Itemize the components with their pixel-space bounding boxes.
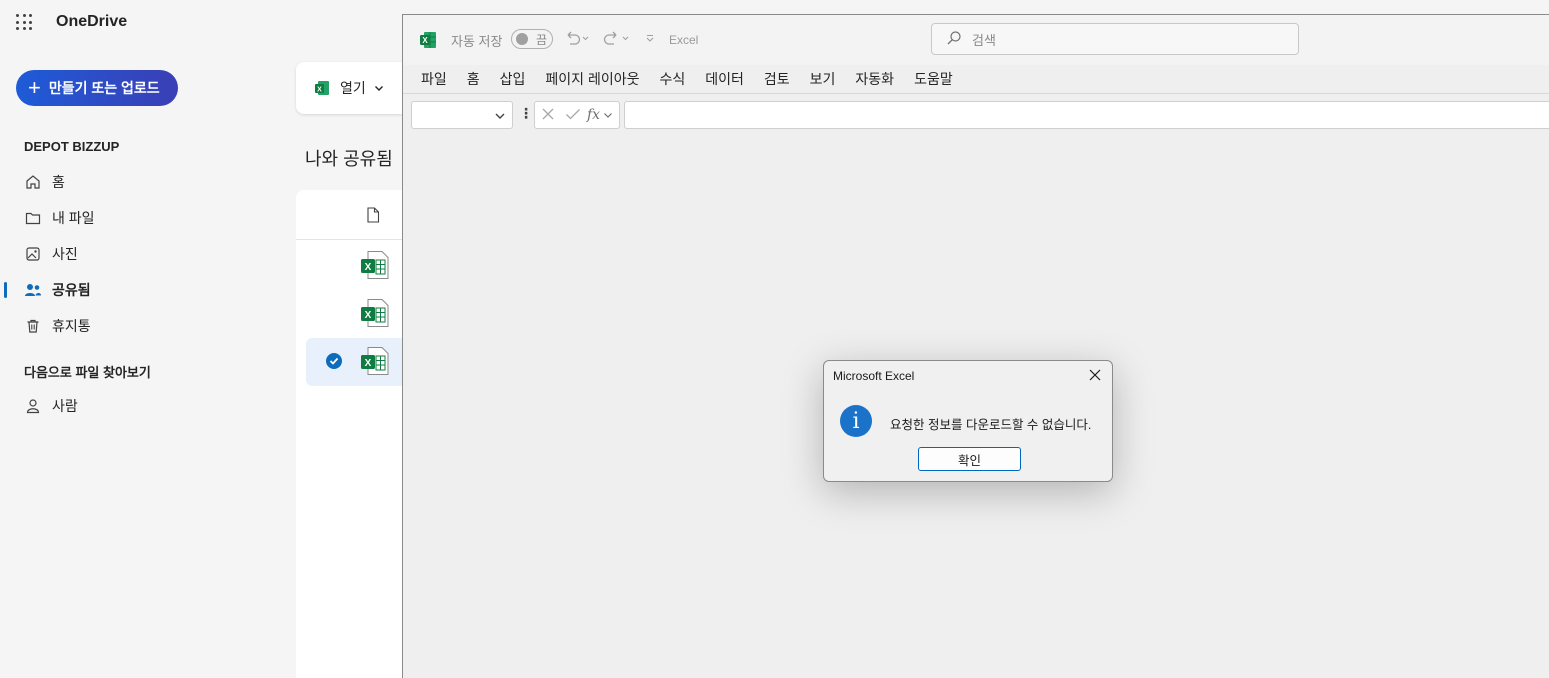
svg-text:X: X [365, 358, 372, 369]
svg-text:X: X [365, 262, 372, 273]
ribbon-tabs: 파일 홈 삽입 페이지 레이아웃 수식 데이터 검토 보기 자동화 도움말 [421, 69, 973, 89]
redo-icon[interactable] [603, 29, 633, 52]
image-icon [24, 245, 42, 263]
trash-icon [24, 317, 42, 335]
browse-section-heading: 다음으로 파일 찾아보기 [24, 365, 151, 380]
search-input[interactable]: 검색 [931, 23, 1299, 55]
name-box[interactable] [411, 101, 513, 129]
customize-qat-icon[interactable] [645, 33, 655, 46]
svg-text:X: X [317, 87, 322, 94]
tab-data[interactable]: 데이터 [705, 69, 744, 89]
insert-function-button[interactable]: fx [587, 107, 600, 123]
page-title: 나와 공유됨 [305, 149, 393, 169]
search-icon [946, 30, 962, 49]
chevron-down-icon [374, 83, 384, 93]
svg-text:X: X [422, 36, 428, 45]
search-placeholder: 검색 [972, 32, 996, 48]
tab-home[interactable]: 홈 [467, 69, 480, 89]
tab-automate[interactable]: 자동화 [855, 69, 894, 89]
home-icon [24, 173, 42, 191]
chevron-down-icon[interactable] [603, 110, 613, 120]
dialog-message: 요청한 정보를 다운로드할 수 없습니다. [890, 418, 1092, 432]
nav-item-label: 사람 [52, 398, 78, 414]
file-type-header-icon [366, 207, 380, 228]
app-brand: OneDrive [56, 13, 128, 30]
org-name: DEPOT BIZZUP [24, 139, 120, 154]
svg-text:X: X [365, 310, 372, 321]
nav-item-label: 홈 [52, 174, 65, 190]
tab-help[interactable]: 도움말 [914, 69, 953, 89]
excel-title-bar: X 자동 저장 끔 Excel 검색 [403, 15, 1549, 65]
nav-item-photos[interactable]: 사진 [24, 244, 78, 264]
more-options-icon[interactable]: ⋮ [519, 105, 533, 122]
create-upload-label: 만들기 또는 업로드 [48, 80, 160, 96]
excel-icon: X [314, 80, 330, 96]
tab-file[interactable]: 파일 [421, 69, 447, 89]
ok-button[interactable]: 확인 [918, 447, 1021, 471]
folder-icon [24, 209, 42, 227]
info-icon: i [840, 405, 872, 437]
excel-file-icon: X [360, 346, 390, 376]
tab-view[interactable]: 보기 [810, 69, 836, 89]
nav-item-my-files[interactable]: 내 파일 [24, 208, 95, 228]
formula-controls: fx [534, 101, 620, 129]
excel-logo-icon: X [419, 31, 437, 54]
message-dialog: Microsoft Excel i 요청한 정보를 다운로드할 수 없습니다. … [823, 360, 1113, 482]
autosave-label: 자동 저장 [451, 34, 503, 49]
app-launcher-button[interactable] [16, 14, 32, 30]
autosave-state: 끔 [536, 32, 548, 47]
nav-item-shared[interactable]: 공유됨 [24, 280, 91, 300]
tab-formulas[interactable]: 수식 [659, 69, 685, 89]
list-item[interactable]: X [306, 290, 416, 338]
plus-icon: + [28, 75, 41, 100]
nav-item-recycle-bin[interactable]: 휴지통 [24, 316, 91, 336]
excel-file-icon: X [360, 298, 390, 328]
formula-bar-input[interactable] [624, 101, 1549, 129]
active-nav-indicator [4, 282, 7, 298]
undo-icon[interactable] [563, 29, 589, 52]
app-name: Excel [669, 33, 699, 47]
dialog-title: Microsoft Excel [833, 369, 915, 383]
nav-item-label: 내 파일 [52, 210, 95, 226]
excel-window: X 자동 저장 끔 Excel 검색 파일 홈 삽입 페이지 레이아웃 수식 데… [402, 14, 1549, 678]
tab-review[interactable]: 검토 [764, 69, 790, 89]
open-button-label: 열기 [340, 80, 366, 96]
create-upload-button[interactable]: + 만들기 또는 업로드 [16, 70, 178, 106]
autosave-toggle[interactable]: 끔 [511, 29, 553, 49]
people-icon [24, 281, 42, 299]
list-item[interactable]: X [306, 242, 416, 290]
checkmark-icon[interactable] [326, 353, 342, 369]
person-icon [24, 397, 42, 415]
tab-page-layout[interactable]: 페이지 레이아웃 [545, 69, 639, 89]
chevron-down-icon [494, 109, 506, 127]
list-item-selected[interactable]: X [306, 338, 416, 386]
nav-item-label: 휴지통 [52, 318, 91, 334]
close-icon[interactable] [1084, 365, 1106, 385]
open-button[interactable]: X 열기 [296, 62, 416, 114]
tab-insert[interactable]: 삽입 [500, 69, 526, 89]
nav-item-home[interactable]: 홈 [24, 172, 65, 192]
enter-icon[interactable] [565, 107, 581, 124]
nav-item-label: 공유됨 [52, 282, 91, 298]
nav-item-people[interactable]: 사람 [24, 396, 78, 416]
nav-item-label: 사진 [52, 246, 78, 262]
excel-file-icon: X [360, 250, 390, 280]
cancel-icon[interactable] [541, 107, 555, 124]
